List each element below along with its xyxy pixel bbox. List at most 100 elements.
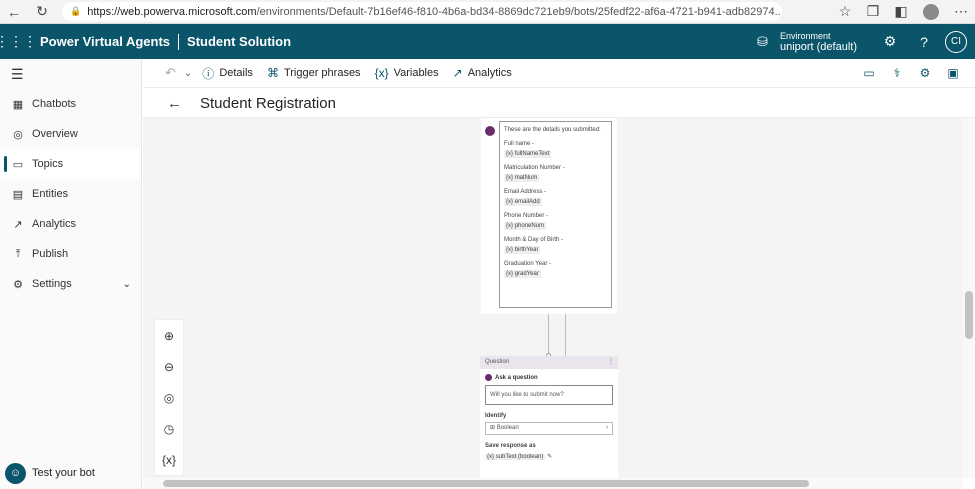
- trigger-phrases-button[interactable]: ⌘ Trigger phrases: [267, 66, 361, 80]
- sidebar-item-topics[interactable]: ▭ Topics: [0, 149, 141, 179]
- field-label: Email Address -: [504, 189, 547, 195]
- topics-icon: ▭: [12, 158, 24, 171]
- chart-icon: ↗: [452, 66, 463, 80]
- question-node[interactable]: Question ⋮ Ask a question Will you like t…: [480, 356, 618, 478]
- history-icon[interactable]: ◷: [155, 413, 183, 444]
- zoom-in-icon[interactable]: ⊕: [155, 320, 183, 351]
- hamburger-icon[interactable]: ☰: [0, 59, 141, 89]
- comment-icon[interactable]: ▭: [855, 66, 883, 80]
- question-node-header: Question ⋮: [480, 356, 618, 369]
- zoom-out-icon[interactable]: ⊖: [155, 351, 183, 382]
- environment-picker[interactable]: ⛁ Environment uniport (default): [757, 31, 857, 53]
- header-divider: [178, 33, 180, 50]
- edit-pencil-icon[interactable]: ✎: [547, 454, 552, 460]
- sidebar-item-entities[interactable]: ▤ Entities: [0, 179, 141, 209]
- variable-chip[interactable]: {x} gradYear: [504, 270, 541, 278]
- sidebar-item-settings[interactable]: ⚙ Settings ⌄: [0, 269, 141, 299]
- variable-tag: {x}: [506, 247, 514, 253]
- sidebar: ☰ ▦ Chatbots ◎ Overview ▭ Topics ▤ Entities …: [0, 59, 142, 489]
- vertical-scroll-thumb[interactable]: [965, 291, 973, 339]
- variable-name: birthYear: [514, 247, 539, 253]
- variable-name: fullNameText: [514, 151, 550, 157]
- extension-icon[interactable]: ◧: [887, 0, 915, 24]
- connector-line: [565, 314, 566, 356]
- variable-tag: {x}: [506, 223, 514, 229]
- variables-button[interactable]: {x} Variables: [375, 66, 439, 80]
- save-icon[interactable]: ▣: [939, 66, 967, 80]
- test-bot-label: Test your bot: [32, 467, 95, 479]
- connector-line: [548, 314, 549, 354]
- address-bar[interactable]: 🔒 https://web.powerva.microsoft.com/envi…: [62, 2, 782, 21]
- help-icon[interactable]: ?: [907, 34, 941, 50]
- question-text-input[interactable]: Will you like to submit now?: [485, 385, 613, 405]
- browser-bar: ← ↻ 🔒 https://web.powerva.microsoft.com /…: [0, 0, 975, 24]
- zoom-controls: ⊕ ⊖ ◎ ◷ {x}: [154, 319, 184, 476]
- question-header-label: Question: [485, 359, 510, 365]
- horizontal-scroll-thumb[interactable]: [163, 480, 809, 487]
- sidebar-item-overview[interactable]: ◎ Overview: [0, 119, 141, 149]
- test-bot-button[interactable]: ☺ Test your bot: [0, 461, 95, 485]
- sidebar-item-label: Settings: [32, 278, 72, 290]
- identify-label: Identify: [485, 413, 507, 419]
- identify-select[interactable]: ⊞ Boolean ›: [485, 422, 613, 435]
- identify-value: Boolean: [496, 425, 519, 431]
- variable-chip[interactable]: {x} fullNameText: [504, 150, 552, 158]
- message-text[interactable]: These are the details you submitted: Ful…: [499, 121, 612, 308]
- sidebar-item-label: Entities: [32, 188, 69, 200]
- variable-name: emailAdd: [514, 199, 540, 205]
- save-response-variable[interactable]: {x} subText (boolean) ✎: [480, 449, 618, 460]
- variables-panel-icon[interactable]: {x}: [155, 444, 183, 475]
- back-arrow-icon[interactable]: ←: [167, 95, 182, 112]
- refresh-icon[interactable]: ↻: [28, 0, 56, 24]
- profile-avatar[interactable]: [923, 3, 939, 20]
- vertical-scrollbar[interactable]: [963, 118, 975, 478]
- bot-message-icon: [485, 374, 492, 381]
- analytics-icon: ↗: [13, 218, 23, 231]
- field-label: Month & Day of Birth -: [504, 237, 564, 243]
- chevron-down-icon[interactable]: ⌄: [184, 68, 192, 79]
- undo-icon[interactable]: ↶: [165, 65, 176, 81]
- favorites-icon[interactable]: ☆: [831, 0, 859, 24]
- user-avatar[interactable]: CI: [945, 30, 967, 53]
- overview-icon: ◎: [13, 128, 23, 141]
- variable-chip[interactable]: {x} subText (boolean): [485, 454, 546, 460]
- horizontal-scrollbar[interactable]: [143, 478, 963, 489]
- details-button[interactable]: ⓘ Details: [202, 65, 253, 82]
- sidebar-item-publish[interactable]: ⤒ Publish: [0, 239, 141, 269]
- sidebar-item-label: Analytics: [32, 218, 77, 230]
- authoring-canvas[interactable]: These are the details you submitted: Ful…: [143, 118, 963, 478]
- save-response-label: Save response as: [485, 443, 536, 449]
- sidebar-item-label: Topics: [32, 158, 64, 170]
- settings-gear-icon[interactable]: ⚙: [873, 33, 907, 50]
- ask-question-label: Ask a question: [495, 374, 538, 381]
- sidebar-item-analytics[interactable]: ↗ Analytics: [0, 209, 141, 239]
- sidebar-item-chatbots[interactable]: ▦ Chatbots: [0, 89, 141, 119]
- environment-icon: ⛁: [757, 33, 768, 49]
- field-label: Full name -: [504, 141, 535, 147]
- save-variable-name: subText (boolean): [495, 454, 544, 460]
- variable-chip[interactable]: {x} birthYear: [504, 246, 541, 254]
- bot-icon: ☺: [5, 462, 26, 484]
- publish-icon: ⤒: [15, 247, 21, 260]
- collections-icon[interactable]: ❐: [859, 0, 887, 24]
- more-options-icon[interactable]: ⋮: [608, 356, 614, 369]
- environment-value: uniport (default): [779, 40, 857, 53]
- variable-chip[interactable]: {x} phoneNum: [504, 222, 547, 230]
- variable-tag: {x}: [487, 454, 495, 460]
- variable-chip[interactable]: {x} matNum: [504, 174, 540, 182]
- app-launcher-icon[interactable]: ⋮⋮⋮: [0, 33, 37, 50]
- variable-name: matNum: [514, 175, 538, 181]
- recenter-icon[interactable]: ◎: [155, 382, 183, 413]
- extension-icon[interactable]: ⚙: [911, 66, 939, 80]
- variable-chip[interactable]: {x} emailAdd: [504, 198, 542, 206]
- url-domain: https://web.powerva.microsoft.com: [87, 5, 257, 18]
- more-icon[interactable]: ⋯: [947, 0, 975, 24]
- analytics-button[interactable]: ↗ Analytics: [453, 66, 512, 80]
- debug-icon[interactable]: ⚕: [883, 66, 911, 80]
- back-icon[interactable]: ←: [0, 0, 28, 24]
- field-label: Phone Number -: [504, 213, 549, 219]
- solution-name[interactable]: Student Solution: [187, 34, 291, 49]
- app-name[interactable]: Power Virtual Agents: [40, 34, 170, 49]
- message-node[interactable]: These are the details you submitted: Ful…: [481, 118, 617, 314]
- url-path: /environments/Default-7b16ef46-f810-4b6a…: [256, 5, 782, 18]
